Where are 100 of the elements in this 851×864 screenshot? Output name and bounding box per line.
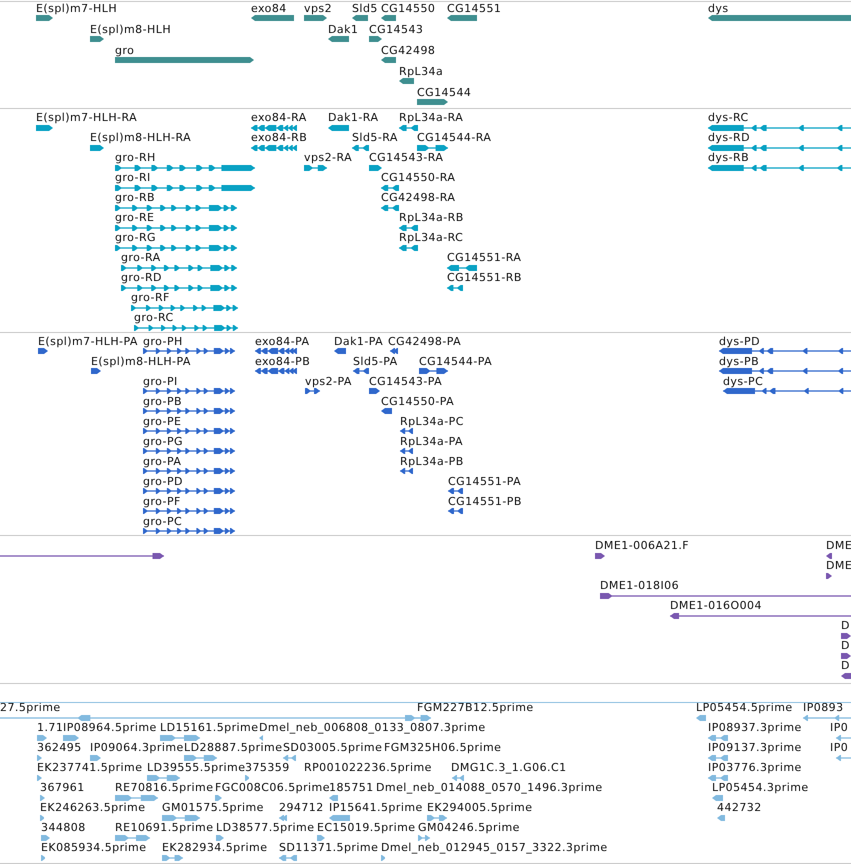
feature-label: GM01575.5prime xyxy=(162,801,264,814)
feature-label: IP09064.3prime xyxy=(90,741,184,754)
feature-label: CG14544-RA xyxy=(417,131,492,144)
feature-label: gro-PG xyxy=(143,435,184,448)
feature-label: CG14550-PA xyxy=(381,395,454,408)
feature-label: CG14544 xyxy=(417,86,472,99)
feature-label: EK237741.5prime xyxy=(37,761,142,774)
feature-label: RpL34a xyxy=(399,65,444,78)
feature-label: Sld5-PA xyxy=(353,355,398,368)
feature-label: CG14543-PA xyxy=(369,375,442,388)
feature-label: IP09137.3prime xyxy=(708,741,802,754)
feature-label: E(spl)m7-HLH-PA xyxy=(38,335,138,348)
feature-label: DMG1C.3_1.G06.C1 xyxy=(451,761,567,774)
feature-label: Dak1-PA xyxy=(334,335,384,348)
feature-label: gro-PA xyxy=(143,455,182,468)
feature-label: exo84-RA xyxy=(251,111,307,124)
feature-label: RpL34a-RA xyxy=(399,111,464,124)
feature-label: gro-RI xyxy=(115,171,151,184)
feature-label: exo84-RB xyxy=(251,131,308,144)
feature-label: FGM325H06.5prime xyxy=(384,741,502,754)
feature-label: gro-PD xyxy=(143,475,183,488)
feature-label: E(spl)m7-HLH-RA xyxy=(36,111,138,124)
feature-label: Sld5 xyxy=(352,2,378,15)
feature-label: Sld5-RA xyxy=(352,131,398,144)
feature-label: CG14544-PA xyxy=(419,355,492,368)
feature-label: exo84-PA xyxy=(255,335,310,348)
feature-label: gro-PE xyxy=(143,415,182,428)
feature-label: CG14550 xyxy=(381,2,436,15)
feature-label: Dmel_neb_006808_0133_0807.3prime xyxy=(259,721,486,734)
feature-label: CG14550-RA xyxy=(381,171,456,184)
feature-label: GM04246.5prime xyxy=(418,821,520,834)
feature-label: 294712 xyxy=(279,801,324,814)
feature-label: gro-PF xyxy=(143,495,181,508)
feature-label: EK246263.5prime xyxy=(40,801,146,814)
feature-label: CG42498-PA xyxy=(388,335,462,348)
feature-label: 185751 xyxy=(329,781,374,794)
feature-label: CG42498-RA xyxy=(381,191,456,204)
feature-label: LP05454.5prime xyxy=(696,703,793,714)
feature-label: gro-RE xyxy=(115,211,154,224)
feature-label: D xyxy=(841,639,850,652)
feature-label: CG14551-RA xyxy=(447,251,522,264)
feature-label: Dak1 xyxy=(328,23,358,36)
feature-label: EK294005.5prime xyxy=(427,801,532,814)
feature-label: IP08937.3prime xyxy=(708,721,802,734)
feature-label: E(spl)m8-HLH xyxy=(90,23,172,36)
feature-label: 27.5prime xyxy=(0,703,61,714)
feature-label: DME1-006A21.F xyxy=(595,539,690,552)
feature-label: gro-PB xyxy=(143,395,182,408)
feature-label: LP05454.3prime xyxy=(712,781,809,794)
feature-label: EK282934.5prime xyxy=(162,841,268,854)
feature-label: RpL34a-RC xyxy=(399,231,464,244)
feature-label: DME1-018I06 xyxy=(600,579,680,592)
feature-label: E(spl)m8-HLH-PA xyxy=(91,355,191,368)
feature-label: Dak1-RA xyxy=(328,111,378,124)
feature-label: CG42498 xyxy=(381,44,436,57)
feature-label: RP001022236.5prime xyxy=(304,761,432,774)
feature-label: gro-PI xyxy=(143,375,178,388)
feature-label: 344808 xyxy=(41,821,86,834)
feature-label: CG14551-PA xyxy=(448,475,522,488)
feature-label: gro-RD xyxy=(121,271,162,284)
feature-label: DME1-016O004 xyxy=(670,599,762,612)
feature-label: CG14543 xyxy=(369,23,424,36)
feature-label: LD28887.5prime xyxy=(184,741,282,754)
feature-label: gro-RB xyxy=(115,191,156,204)
feature-label: LD38577.5prime xyxy=(216,821,314,834)
feature-label: CG14551-RB xyxy=(447,271,522,284)
feature-label: CG14551-PB xyxy=(448,495,522,508)
feature-label: RpL34a-PA xyxy=(400,435,463,448)
feature-label: LD39555.5prime xyxy=(147,761,246,774)
feature-label: dys-RB xyxy=(708,151,750,164)
feature-label: D xyxy=(841,619,850,632)
feature-label: IP03776.3prime xyxy=(708,761,802,774)
feature-label: D xyxy=(841,659,850,672)
feature-label: gro xyxy=(115,44,134,57)
feature-label: RpL34a-PB xyxy=(400,455,464,468)
feature-label: IP15641.5prime xyxy=(329,801,423,814)
feature-label: IP0893 xyxy=(803,703,844,714)
feature-label: E(spl)m8-HLH-RA xyxy=(90,131,192,144)
feature-label: gro-PH xyxy=(143,335,183,348)
feature-label: LD15161.5prime xyxy=(160,721,258,734)
feature-label: Dmel_neb_012945_0157_3322.3prime xyxy=(381,841,608,854)
feature-label: gro-PC xyxy=(143,515,182,528)
feature-label: SD03005.5prime xyxy=(283,741,382,754)
feature-label: dys-RC xyxy=(708,111,749,124)
feature-label: RpL34a-PC xyxy=(400,415,464,428)
feature-label: exo84-PB xyxy=(255,355,310,368)
feature-label: RpL34a-RB xyxy=(399,211,464,224)
feature-label: RE10691.5prime xyxy=(115,821,214,834)
feature-label: exo84 xyxy=(251,2,287,15)
feature-label: dys xyxy=(708,2,729,15)
feature-label: vps2-RA xyxy=(304,151,352,164)
feature-label: RE70816.5prime xyxy=(115,781,214,794)
feature-label: 442732 xyxy=(717,801,762,814)
feature-label: FGM227B12.5prime xyxy=(417,703,534,714)
feature-label: dys-RD xyxy=(708,131,750,144)
feature-label: IP0 xyxy=(830,721,848,734)
feature-label: IP0 xyxy=(830,741,848,754)
feature-label: Dmel_neb_014088_0570_1496.3prime xyxy=(376,781,603,794)
feature-label: gro-RG xyxy=(115,231,156,244)
feature-label: CG14543-RA xyxy=(369,151,444,164)
